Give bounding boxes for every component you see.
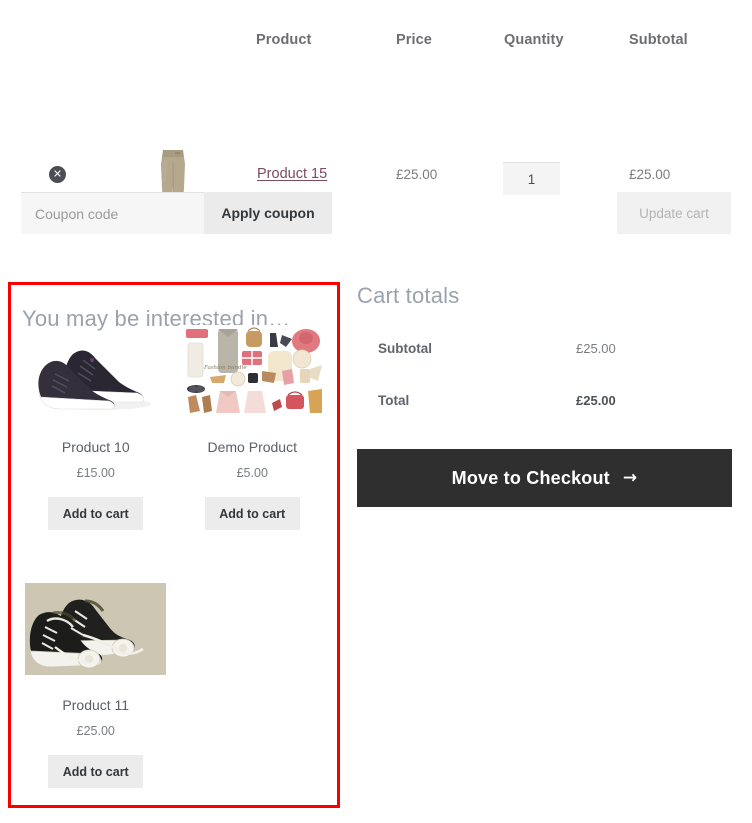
converse-sneakers-image xyxy=(25,583,167,675)
column-header-price: Price xyxy=(396,32,432,48)
upsell-product-name[interactable]: Product 11 xyxy=(21,697,171,713)
checkout-button-label: Move to Checkout xyxy=(451,467,610,488)
totals-value: £25.00 xyxy=(576,393,616,408)
cart-table-header: Product Price Quantity Subtotal xyxy=(0,0,752,62)
sneakers-image xyxy=(38,350,152,410)
product-subtotal: £25.00 xyxy=(629,167,671,182)
product-image-demo-product[interactable]: Fashion bundle xyxy=(182,325,323,417)
cart-page: Product Price Quantity Subtotal ✕ Produc… xyxy=(0,0,752,823)
product-image-product-11[interactable] xyxy=(25,583,167,675)
totals-label: Subtotal xyxy=(378,341,432,356)
totals-row-subtotal: Subtotal £25.00 xyxy=(357,341,735,393)
upsell-product-grid: Product 10 £15.00 Add to cart Fashion bu… xyxy=(21,323,327,788)
svg-text:Fashion bundle: Fashion bundle xyxy=(203,365,247,371)
product-image-product-10[interactable] xyxy=(25,325,166,417)
fashion-collage-image: Fashion bundle xyxy=(182,325,323,417)
move-to-checkout-button[interactable]: Move to Checkout → xyxy=(357,449,732,507)
add-to-cart-button[interactable]: Add to cart xyxy=(48,497,144,530)
cart-table: Product Price Quantity Subtotal ✕ Produc… xyxy=(0,0,752,234)
arrow-right-icon: → xyxy=(622,468,638,488)
product-price: £25.00 xyxy=(396,167,438,182)
upsell-grid-empty-slot xyxy=(178,530,328,788)
upsell-product-name[interactable]: Demo Product xyxy=(178,439,328,455)
update-cart-button[interactable]: Update cart xyxy=(617,192,731,234)
column-header-product: Product xyxy=(256,32,312,48)
totals-row-total: Total £25.00 xyxy=(357,393,735,445)
upsell-card-product-10: Product 10 £15.00 Add to cart xyxy=(21,323,171,530)
add-to-cart-button[interactable]: Add to cart xyxy=(48,755,144,788)
coupon-input[interactable] xyxy=(21,192,204,234)
quantity-input[interactable] xyxy=(503,162,560,195)
column-header-quantity: Quantity xyxy=(504,32,564,48)
coupon-row: Apply coupon Update cart xyxy=(0,192,752,234)
column-header-subtotal: Subtotal xyxy=(629,32,688,48)
remove-item-button[interactable]: ✕ xyxy=(49,166,66,183)
upsell-card-demo-product: Fashion bundle Demo Product £5.00 Add to… xyxy=(178,323,328,530)
upsell-card-product-11: Product 11 £25.00 Add to cart xyxy=(21,581,171,788)
cart-totals-heading: Cart totals xyxy=(357,283,460,308)
upsell-section: You may be interested in… Product 10 £15… xyxy=(8,282,340,808)
totals-value: £25.00 xyxy=(576,341,616,356)
upsell-product-price: £15.00 xyxy=(76,466,115,480)
product-name-link[interactable]: Product 15 xyxy=(257,166,327,182)
upsell-product-name[interactable]: Product 10 xyxy=(21,439,171,455)
cart-totals-section: Cart totals Subtotal £25.00 Total £25.00… xyxy=(357,283,735,507)
apply-coupon-button[interactable]: Apply coupon xyxy=(204,192,332,234)
close-icon: ✕ xyxy=(52,167,63,181)
add-to-cart-button[interactable]: Add to cart xyxy=(204,497,300,530)
totals-label: Total xyxy=(378,393,410,408)
upsell-product-price: £5.00 xyxy=(236,466,268,480)
cart-item-row: ✕ Product 15 £25.00 £25.00 xyxy=(0,62,752,216)
upsell-product-price: £25.00 xyxy=(76,724,115,738)
